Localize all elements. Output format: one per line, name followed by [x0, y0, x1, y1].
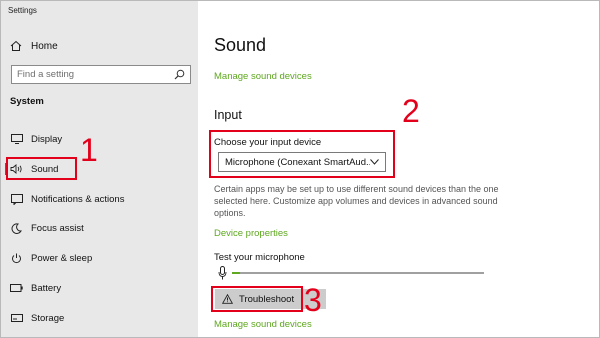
sidebar-item-focus-assist[interactable]: Focus assist	[1, 218, 198, 238]
notifications-icon	[10, 193, 23, 205]
sidebar-item-notifications[interactable]: Notifications & actions	[1, 189, 198, 209]
sidebar-item-label: Storage	[31, 312, 65, 324]
input-description: Certain apps may be set up to use differ…	[214, 184, 499, 218]
sidebar-item-storage[interactable]: Storage	[1, 308, 198, 328]
microphone-icon	[218, 266, 227, 280]
sidebar-item-label: Focus assist	[31, 222, 84, 234]
sidebar-item-label: Power & sleep	[31, 252, 93, 264]
sidebar-item-power-sleep[interactable]: Power & sleep	[1, 248, 198, 268]
device-properties-link[interactable]: Device properties	[214, 228, 288, 239]
annotation-number-3: 3	[304, 282, 322, 318]
manage-sound-devices-link-top[interactable]: Manage sound devices	[214, 71, 312, 82]
annotation-box-troubleshoot	[211, 286, 303, 312]
search-icon	[174, 69, 185, 80]
storage-icon	[10, 312, 23, 324]
input-heading: Input	[214, 108, 242, 122]
microphone-level-meter	[218, 266, 488, 280]
sidebar-item-label: Notifications & actions	[31, 193, 125, 205]
annotation-number-1: 1	[80, 132, 98, 168]
annotation-box-sound	[6, 157, 77, 180]
annotation-number-2: 2	[402, 93, 420, 129]
home-label: Home	[31, 40, 58, 52]
sidebar-item-battery[interactable]: Battery	[1, 278, 198, 298]
power-icon	[10, 252, 23, 264]
search-input[interactable]: Find a setting	[11, 65, 191, 84]
window-title: Settings	[8, 6, 37, 15]
home-icon	[10, 40, 22, 51]
sidebar-item-label: Display	[31, 133, 63, 145]
test-microphone-label: Test your microphone	[214, 252, 305, 263]
manage-sound-devices-link-bottom[interactable]: Manage sound devices	[214, 319, 312, 330]
annotation-box-input-device	[209, 130, 395, 178]
sidebar-item-label: Battery	[31, 282, 62, 294]
search-placeholder: Find a setting	[17, 69, 75, 80]
mic-level-track	[232, 272, 484, 274]
battery-icon	[10, 282, 23, 294]
home-nav-item[interactable]: Home	[10, 38, 58, 54]
settings-window: Settings Home Find a setting System Disp…	[0, 0, 600, 338]
sidebar-item-display[interactable]: Display	[1, 129, 198, 149]
display-icon	[10, 133, 23, 145]
moon-icon	[10, 222, 23, 234]
page-title: Sound	[214, 35, 267, 55]
section-heading-system: System	[10, 96, 44, 107]
mic-level-fill	[232, 272, 240, 274]
